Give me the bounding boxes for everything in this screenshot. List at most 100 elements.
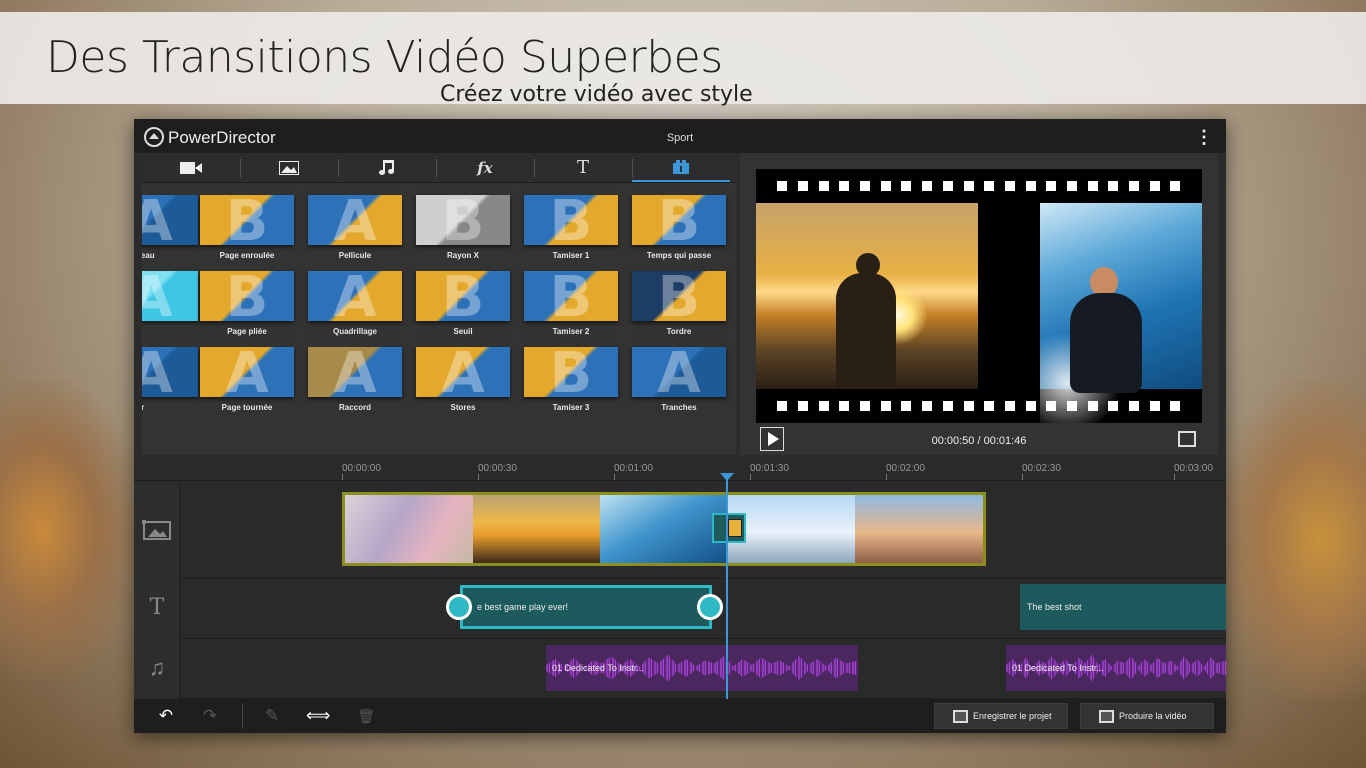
transition-thumbnail[interactable]: A xyxy=(632,347,726,397)
music-icon xyxy=(379,159,394,175)
produce-video-label: Produire la vidéo xyxy=(1119,711,1187,721)
film-perforations-bottom xyxy=(756,397,1202,415)
undo-icon[interactable]: ↶ xyxy=(154,705,178,727)
transition-thumbnail[interactable]: A xyxy=(308,195,402,245)
transition-thumbnail[interactable]: A xyxy=(142,347,198,397)
fullscreen-icon[interactable] xyxy=(1178,431,1196,447)
produce-icon xyxy=(1099,709,1114,723)
title-clip-selected[interactable]: e best game play ever! xyxy=(460,585,712,629)
more-options-icon[interactable]: ⋮ xyxy=(1194,127,1214,147)
transition-label: Rayon X xyxy=(446,251,479,260)
tick-label: 00:02:30 xyxy=(1022,463,1061,474)
video-clip[interactable] xyxy=(342,492,986,566)
tab-image[interactable] xyxy=(240,153,338,182)
preview-panel: 00:00:50 / 00:01:46 xyxy=(740,153,1218,455)
transition-label: d'eau xyxy=(142,251,155,260)
tab-video[interactable] xyxy=(142,153,240,182)
media-track-header xyxy=(134,481,180,579)
transition-label: Tamiser 1 xyxy=(552,251,590,260)
time-ruler[interactable]: 00:00:00 00:00:30 00:01:00 00:01:30 00:0… xyxy=(134,457,1226,481)
promo-banner: Des Transitions Vidéo Superbes Créez vot… xyxy=(0,12,1366,107)
tick-label: 00:02:00 xyxy=(886,463,925,474)
media-track-icon xyxy=(142,520,171,540)
tab-transitions[interactable] xyxy=(632,153,730,182)
bottom-toolbar: ↶ ↷ ✎ ⟺ 🗑 Enregistrer le projet Produire… xyxy=(134,699,1226,733)
tab-music[interactable] xyxy=(338,153,436,182)
title-clip[interactable]: The best shot xyxy=(1020,584,1226,630)
background-blur-left xyxy=(0,380,140,680)
transition-label: Pellicule xyxy=(338,251,372,260)
transition-thumbnail[interactable]: B xyxy=(632,271,726,321)
trim-handle-left[interactable] xyxy=(446,594,472,620)
project-name: Sport xyxy=(666,132,694,144)
save-icon xyxy=(953,709,968,723)
audio-clip-label: 01 Dedicated To Instr... xyxy=(1012,663,1104,673)
transition-label: Raccord xyxy=(338,403,371,412)
split-icon[interactable]: ⟺ xyxy=(306,705,330,727)
delete-icon[interactable]: 🗑 xyxy=(354,705,378,727)
transition-marker[interactable] xyxy=(712,513,746,543)
save-project-label: Enregistrer le projet xyxy=(973,711,1052,721)
banner-subtitle: Créez votre vidéo avec style xyxy=(440,82,753,107)
tick-label: 00:01:00 xyxy=(614,463,653,474)
preview-video xyxy=(756,169,1202,423)
timeline: 00:00:00 00:00:30 00:01:00 00:01:30 00:0… xyxy=(134,457,1226,699)
transition-label: Tamiser 3 xyxy=(552,403,590,412)
transition-label: lo xyxy=(142,327,184,336)
background-blur-right xyxy=(1216,380,1366,700)
edit-icon[interactable]: ✎ xyxy=(260,705,284,727)
redo-icon[interactable]: ↷ xyxy=(198,705,222,727)
audio-clip[interactable]: 01 Dedicated To Instr... xyxy=(1006,645,1226,691)
transition-thumbnail[interactable]: B xyxy=(524,195,618,245)
audio-clip[interactable]: 01 Dedicated To Instr... xyxy=(546,645,858,691)
video-icon xyxy=(180,161,202,174)
music-track-header: ♫ xyxy=(134,639,180,699)
save-project-button[interactable]: Enregistrer le projet xyxy=(934,703,1068,729)
preview-frame-fishing xyxy=(756,203,978,389)
tab-titles[interactable]: T xyxy=(534,153,632,182)
transition-thumbnail[interactable]: A xyxy=(142,195,198,245)
tick-label: 00:01:30 xyxy=(750,463,789,474)
media-library-panel: fx T Ad'eau B Page enroulée A Pellicule B Rayo… xyxy=(142,153,736,455)
transition-thumbnail[interactable]: B xyxy=(200,271,294,321)
transition-label: Tordre xyxy=(666,327,692,336)
title-track-header: T xyxy=(134,579,180,639)
playhead[interactable] xyxy=(726,473,728,699)
tick-label: 00:00:00 xyxy=(342,463,381,474)
timecode: 00:00:50 / 00:01:46 xyxy=(931,435,1027,447)
transition-label: Page pliée xyxy=(227,327,267,336)
film-perforations-top xyxy=(756,177,1202,195)
library-tabs: fx T xyxy=(142,153,736,183)
transition-thumbnail[interactable]: B xyxy=(200,195,294,245)
transition-thumbnail[interactable]: A xyxy=(308,347,402,397)
transition-label: Tamiser 2 xyxy=(552,327,590,336)
tick-label: 00:00:30 xyxy=(478,463,517,474)
transition-thumbnail[interactable]: A xyxy=(142,271,198,321)
transition-label: Tranches xyxy=(661,403,697,412)
transition-thumbnail[interactable]: A xyxy=(416,347,510,397)
transition-thumbnail[interactable]: B xyxy=(524,347,618,397)
fx-icon: fx xyxy=(477,158,493,177)
title-track-icon: T xyxy=(149,595,165,620)
transition-thumbnail[interactable]: A xyxy=(200,347,294,397)
transition-label: Temps qui passe xyxy=(646,251,712,260)
trim-handle-right[interactable] xyxy=(697,594,723,620)
tab-effects[interactable]: fx xyxy=(436,153,534,182)
audio-clip-label: 01 Dedicated To Instr... xyxy=(552,663,644,673)
transition-label: oir xyxy=(142,403,145,412)
transition-thumbnail[interactable]: B xyxy=(416,195,510,245)
playhead-handle[interactable] xyxy=(720,473,734,481)
transition-thumbnail[interactable]: B xyxy=(524,271,618,321)
music-track-icon: ♫ xyxy=(148,655,166,680)
produce-video-button[interactable]: Produire la vidéo xyxy=(1080,703,1214,729)
transition-label: Quadrillage xyxy=(332,327,377,336)
banner-title: Des Transitions Vidéo Superbes xyxy=(46,32,723,83)
title-text-icon: T xyxy=(576,157,589,178)
image-icon xyxy=(279,160,299,175)
transitions-icon xyxy=(673,159,689,174)
transition-label: Seuil xyxy=(453,327,473,336)
transition-thumbnail[interactable]: B xyxy=(416,271,510,321)
transition-thumbnail[interactable]: B xyxy=(632,195,726,245)
powerdirector-window: PowerDirector Sport ⋮ fx T Ad'eauBP xyxy=(134,119,1226,733)
transition-thumbnail[interactable]: A xyxy=(308,271,402,321)
